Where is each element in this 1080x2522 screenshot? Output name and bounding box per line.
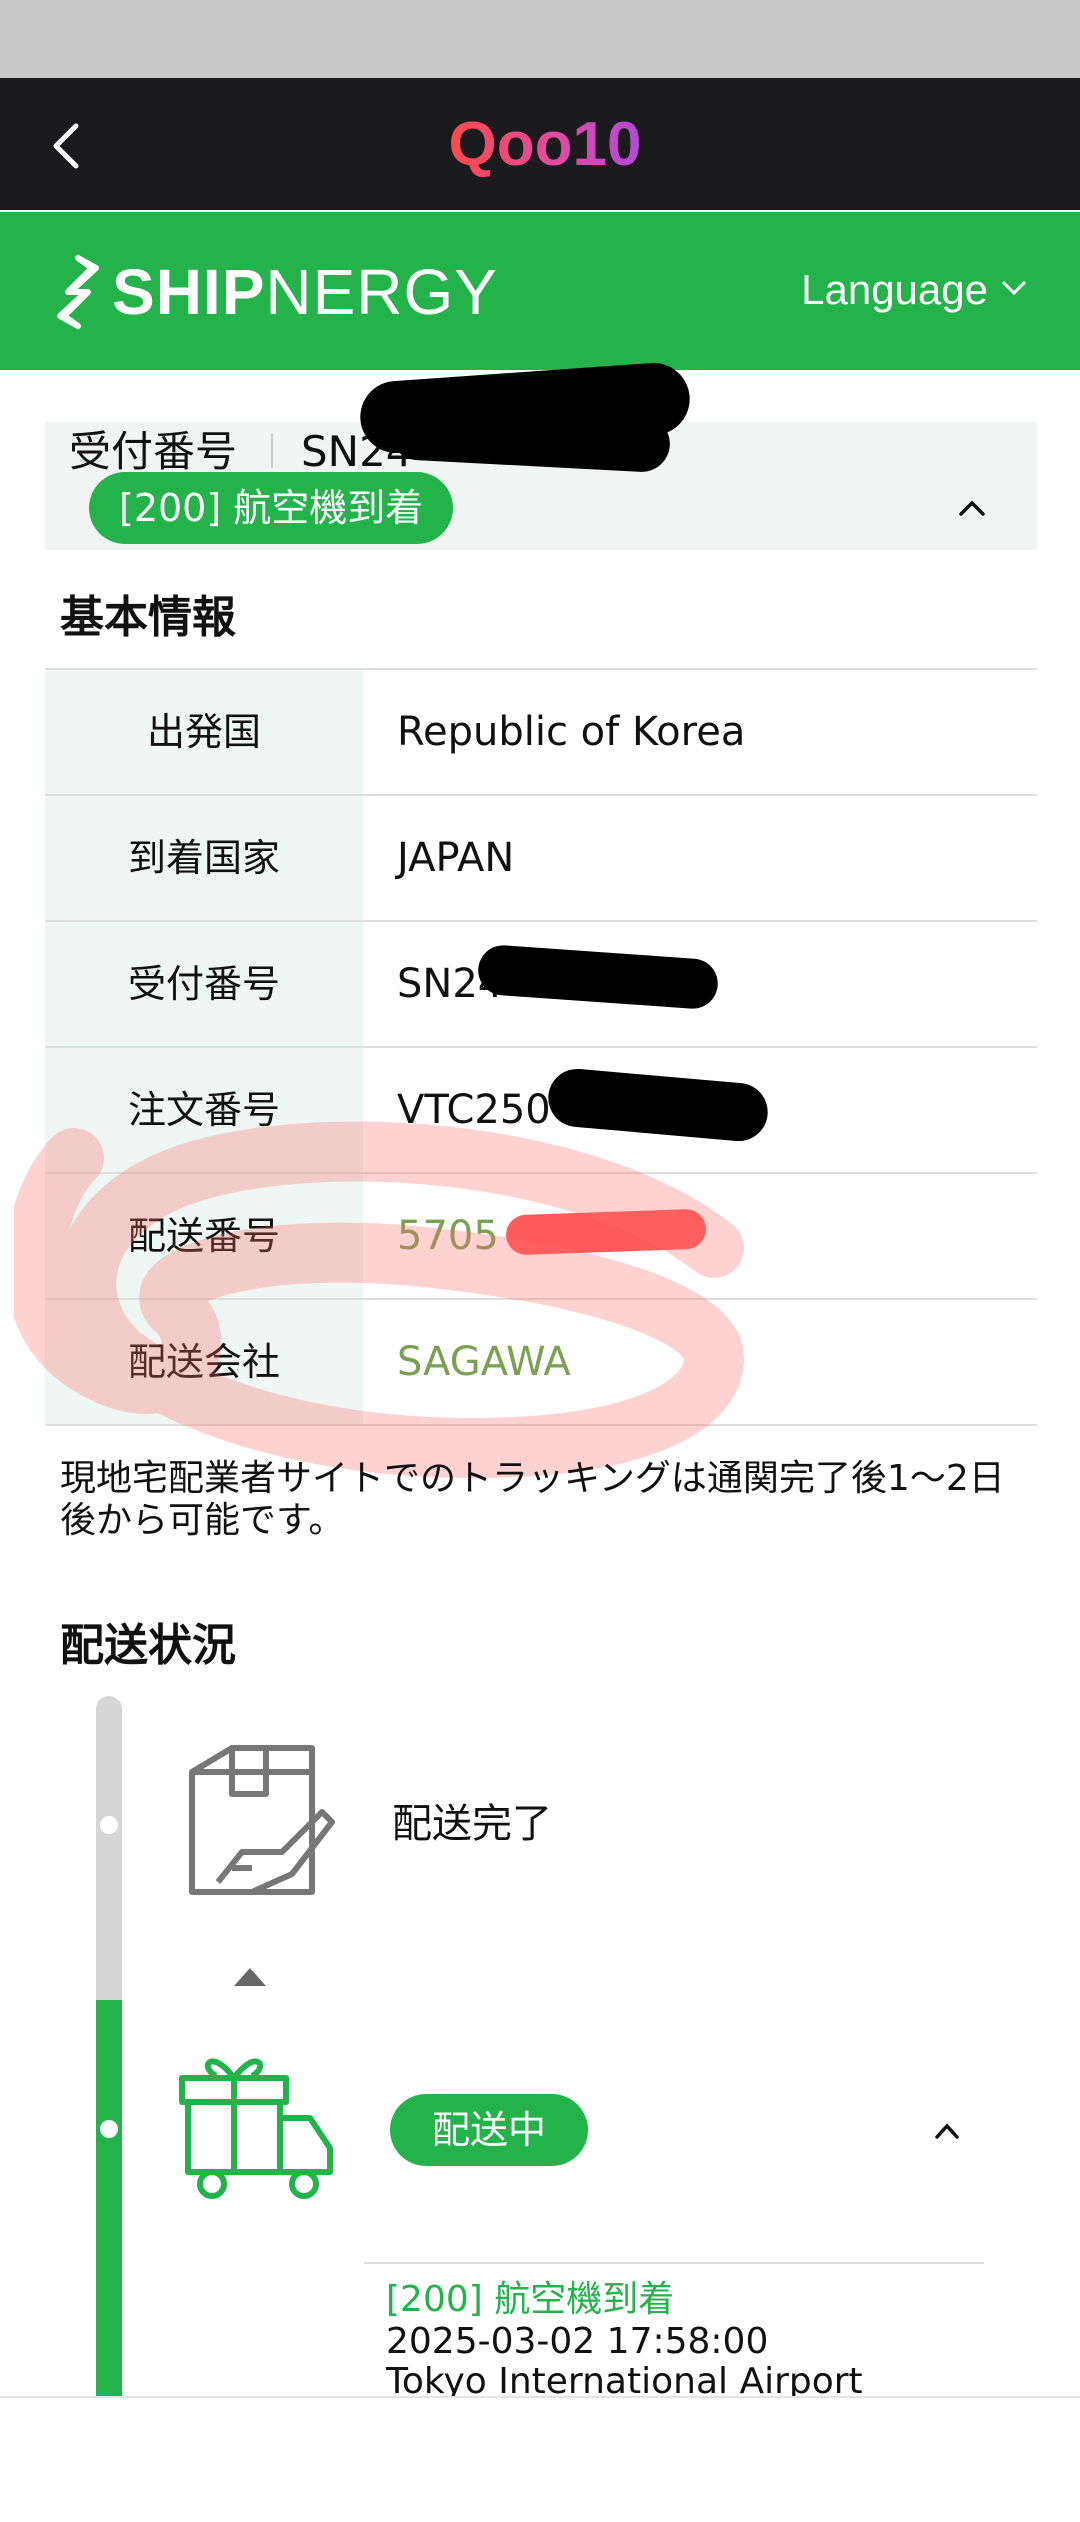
timeline-dot xyxy=(100,1816,118,1834)
divider xyxy=(271,434,273,468)
status-bar xyxy=(0,0,1080,78)
arrow-up-icon xyxy=(234,1968,266,1986)
qoo10-brand-text: Qoo10 xyxy=(449,110,642,179)
bottom-bar xyxy=(0,2396,1080,2522)
row-value: JAPAN xyxy=(397,835,515,881)
timeline-progress xyxy=(96,2000,122,2400)
row-label: 出発国 xyxy=(45,670,363,794)
delivery-status-title: 配送状況 xyxy=(60,1620,236,1671)
timeline-dot xyxy=(100,2120,118,2138)
divider xyxy=(364,2262,984,2264)
qoo10-top-bar: Qoo10 xyxy=(0,78,1080,210)
event-status: [200] 航空機到着 xyxy=(386,2279,675,2320)
shipnergy-wordmark: SHIPNERGY xyxy=(112,256,498,328)
gift-truck-icon xyxy=(179,2058,333,2199)
status-badge: [200] 航空機到着 xyxy=(89,472,454,544)
annotation-scribble xyxy=(14,1121,745,1478)
table-row: 出発国 Republic of Korea xyxy=(45,670,1037,796)
qoo10-logo: Qoo10 xyxy=(449,110,642,179)
tracking-note: 現地宅配業者サイトでのトラッキングは通関完了後1～2日後から可能です。 xyxy=(60,1458,1005,1541)
basic-info-title: 基本情報 xyxy=(60,592,236,643)
table-row: 到着国家 JAPAN xyxy=(45,796,1037,922)
chevron-up-icon[interactable] xyxy=(934,2122,960,2140)
row-label: 到着国家 xyxy=(45,796,363,920)
row-value: Republic of Korea xyxy=(397,709,746,755)
shipnergy-logo-icon xyxy=(57,255,99,329)
chevron-down-icon[interactable] xyxy=(1000,278,1028,298)
status-badge: 配送中 xyxy=(390,2094,589,2166)
language-selector[interactable]: Language xyxy=(801,262,988,318)
package-delivered-icon xyxy=(189,1745,335,1895)
step-label: 配送完了 xyxy=(392,1801,552,1847)
chevron-left-icon[interactable] xyxy=(40,118,96,174)
shipnergy-header: SHIPNERGY Language xyxy=(0,212,1080,370)
row-label: 受付番号 xyxy=(45,922,363,1046)
chevron-up-icon[interactable] xyxy=(957,498,987,518)
